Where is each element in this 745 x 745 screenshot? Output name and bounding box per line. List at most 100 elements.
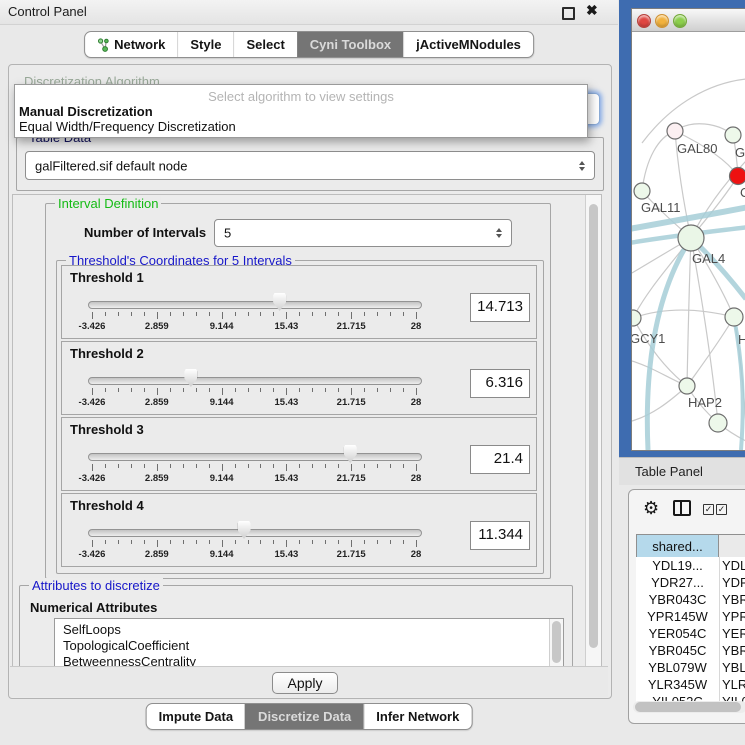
network-window[interactable]: GAL80G.CGAL11GAL4GCY1HHAP2 [631,8,745,451]
column-header-1[interactable]: shared... [636,534,719,558]
algorithm-option-equal-width[interactable]: Equal Width/Frequency Discretization [19,119,236,134]
network-node-gal4[interactable] [678,225,704,251]
slider-tick [183,312,184,316]
apply-bar: Apply [10,666,608,697]
slider-tick-label: 9.144 [210,397,234,408]
network-canvas[interactable]: GAL80G.CGAL11GAL4GCY1HHAP2 [632,31,745,450]
table-cell: YLR3 [722,676,745,693]
tab-label: Impute Data [159,709,233,724]
slider-tick [105,388,106,392]
network-view-frame: GAL80G.CGAL11GAL4GCY1HHAP2 [619,0,745,457]
slider-tick [286,540,287,547]
tab-network[interactable]: Network [85,32,177,57]
algorithm-placeholder[interactable]: Select algorithm to view settings [15,89,587,104]
tab-label: Network [114,37,165,52]
slider-tick [325,464,326,468]
table-data-value: galFiltered.sif default node [35,158,187,173]
apply-button[interactable]: Apply [272,672,338,694]
minimize-button[interactable] [655,14,669,28]
table-panel: ⚙ ✓ ✓ shared...na YDL19...YDL1YDR27...YD… [628,489,745,724]
network-node[interactable] [709,414,727,432]
list-item[interactable]: SelfLoops [55,622,563,638]
threshold-label: Threshold 3 [70,422,144,437]
slider-tick [312,464,313,468]
slider-tick [131,388,132,392]
tab-style[interactable]: Style [177,32,233,57]
slider-track[interactable] [88,453,422,461]
slider-track[interactable] [88,529,422,537]
algorithm-option-manual[interactable]: Manual Discretization [19,104,153,119]
table-row[interactable]: YLR345WYLR3 [636,676,745,693]
threshold-row-4: Threshold 4-3.4262.8599.14415.4321.71528… [61,493,537,567]
threshold-value-field[interactable]: 21.4 [470,445,530,474]
bottom-tab-impute-data[interactable]: Impute Data [147,704,245,729]
close-button[interactable] [637,14,651,28]
slider-tick-label: 9.144 [210,321,234,332]
network-node-h[interactable] [725,308,743,326]
slider-tick [312,388,313,392]
close-icon[interactable]: ✖ [586,2,598,19]
slider-tick [351,540,352,547]
bottom-tab-discretize-data[interactable]: Discretize Data [245,704,363,729]
table-row[interactable]: YBL079WYBL0 [636,659,745,676]
slider-tick [390,464,391,468]
vertical-scrollbar[interactable] [585,195,601,667]
slider-tick [403,388,404,392]
table-row[interactable]: YPR145WYPR1 [636,608,745,625]
network-node-gal11[interactable] [634,183,650,199]
tab-cyni-toolbox[interactable]: Cyni Toolbox [297,32,403,57]
num-intervals-combo[interactable]: 5 [214,219,512,247]
slider-tick [260,540,261,544]
slider-tick [403,464,404,468]
tab-label: Infer Network [376,709,459,724]
slider-tick [351,312,352,319]
zoom-button[interactable] [673,14,687,28]
split-view-icon[interactable] [673,500,691,516]
slider-tick [299,312,300,316]
network-window-titlebar[interactable] [632,9,745,32]
list-item[interactable]: TopologicalCoefficient [55,638,563,654]
slider-tick [235,464,236,468]
slider-tick [286,388,287,395]
table-row[interactable]: YDR27...YDR2 [636,574,745,591]
bottom-tab-infer-network[interactable]: Infer Network [363,704,471,729]
threshold-value-field[interactable]: 14.713 [470,293,530,322]
slider-tick [351,464,352,471]
slider-track[interactable] [88,301,422,309]
tab-label: Style [190,37,221,52]
network-node-g[interactable] [725,127,741,143]
checkbox-icon[interactable]: ✓ [716,504,727,515]
slider-tick [364,540,365,544]
slider-tick [131,540,132,544]
checkbox-icon[interactable]: ✓ [703,504,714,515]
network-node-gal80[interactable] [667,123,683,139]
slider-tick [260,388,261,392]
slider-tick [105,464,106,468]
table-row[interactable]: YBR045CYBR0 [636,642,745,659]
network-node-c[interactable] [730,168,745,185]
slider-tick [222,388,223,395]
attributes-list-scrollbar[interactable] [549,619,563,668]
gear-icon[interactable]: ⚙ [643,499,659,517]
horizontal-scrollbar[interactable] [633,701,745,713]
tab-select[interactable]: Select [233,32,296,57]
table-data-combo[interactable]: galFiltered.sif default node [25,151,595,180]
threshold-value-field[interactable]: 11.344 [470,521,530,550]
slider-tick [273,540,274,544]
table-row[interactable]: YDL19...YDL1 [636,557,745,574]
slider-tick-label: 2.859 [145,473,169,484]
table-row[interactable]: YER054CYER0 [636,625,745,642]
slider-tick [144,540,145,544]
slider-track[interactable] [88,377,422,385]
slider-tick [222,540,223,547]
column-header-2[interactable]: na [718,534,745,558]
threshold-value-field[interactable]: 6.316 [470,369,530,398]
network-node-gcy1[interactable] [632,310,641,326]
slider-tick [377,312,378,316]
slider-tick-label: 28 [411,473,422,484]
network-node-hap2[interactable] [679,378,695,394]
table-cell: YDL19... [636,557,720,574]
tab-jactivemnodules[interactable]: jActiveMNodules [403,32,533,57]
table-row[interactable]: YBR043CYBR0 [636,591,745,608]
float-window-icon[interactable] [562,7,575,20]
